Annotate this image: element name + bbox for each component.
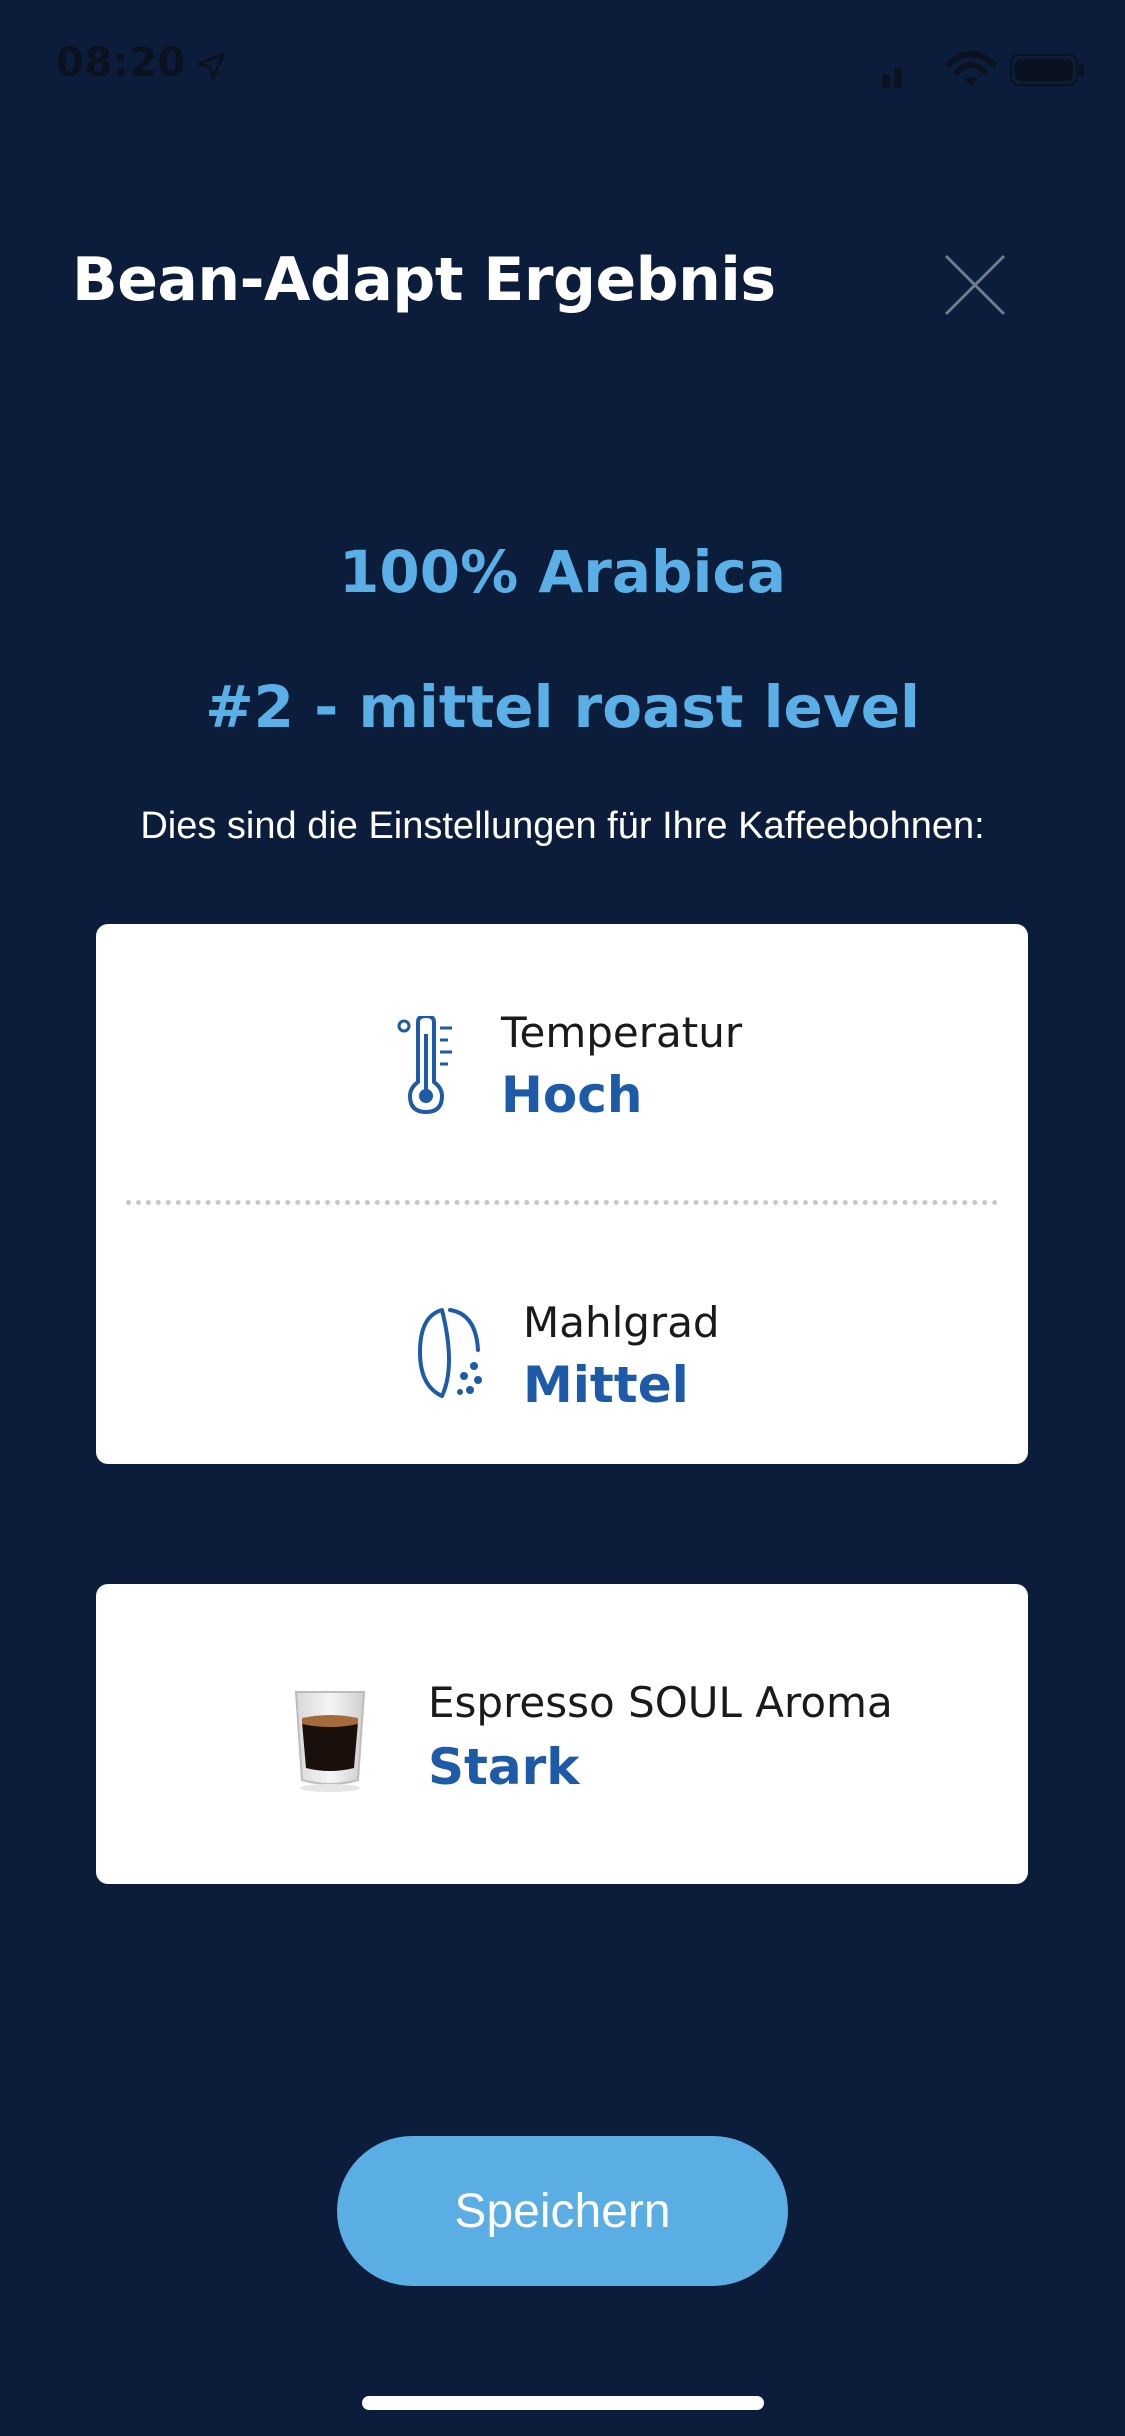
bean-adapt-result-screen: 08:20 Bean-Adapt Ergebnis 100% Arabica #… <box>0 0 1125 2436</box>
cellular-signal-icon <box>882 68 902 88</box>
page-title: Bean-Adapt Ergebnis <box>72 245 776 315</box>
temperature-value: Hoch <box>501 1066 643 1124</box>
home-indicator <box>362 2396 764 2410</box>
wifi-icon <box>946 51 996 86</box>
save-button[interactable]: Speichern <box>337 2136 788 2286</box>
settings-card: Temperatur Hoch Mahlgrad Mittel <box>96 924 1028 1464</box>
intro-text: Dies sind die Einstellungen für Ihre Kaf… <box>140 805 985 847</box>
status-time: 08:20 <box>56 40 186 86</box>
temperature-label: Temperatur <box>501 1008 743 1057</box>
espresso-cup-icon <box>294 1691 366 1792</box>
battery-icon <box>1010 54 1084 86</box>
thermometer-icon <box>397 1016 452 1115</box>
grind-setting: Mahlgrad Mittel <box>96 1284 1028 1484</box>
aroma-card: Espresso SOUL Aroma Stark <box>96 1584 1028 1884</box>
aroma-value: Stark <box>428 1738 580 1796</box>
grind-value: Mittel <box>523 1356 689 1414</box>
grind-label: Mahlgrad <box>523 1298 720 1347</box>
divider <box>126 1200 998 1205</box>
grind-icon <box>418 1308 482 1398</box>
bean-type-heading: 100% Arabica <box>339 538 786 606</box>
temperature-setting: Temperatur Hoch <box>96 994 1028 1194</box>
close-icon[interactable] <box>940 250 1010 320</box>
aroma-label: Espresso SOUL Aroma <box>428 1678 893 1727</box>
status-bar: 08:20 <box>0 0 1125 140</box>
roast-level-heading: #2 - mittel roast level <box>205 673 920 741</box>
location-arrow-icon <box>197 52 225 80</box>
